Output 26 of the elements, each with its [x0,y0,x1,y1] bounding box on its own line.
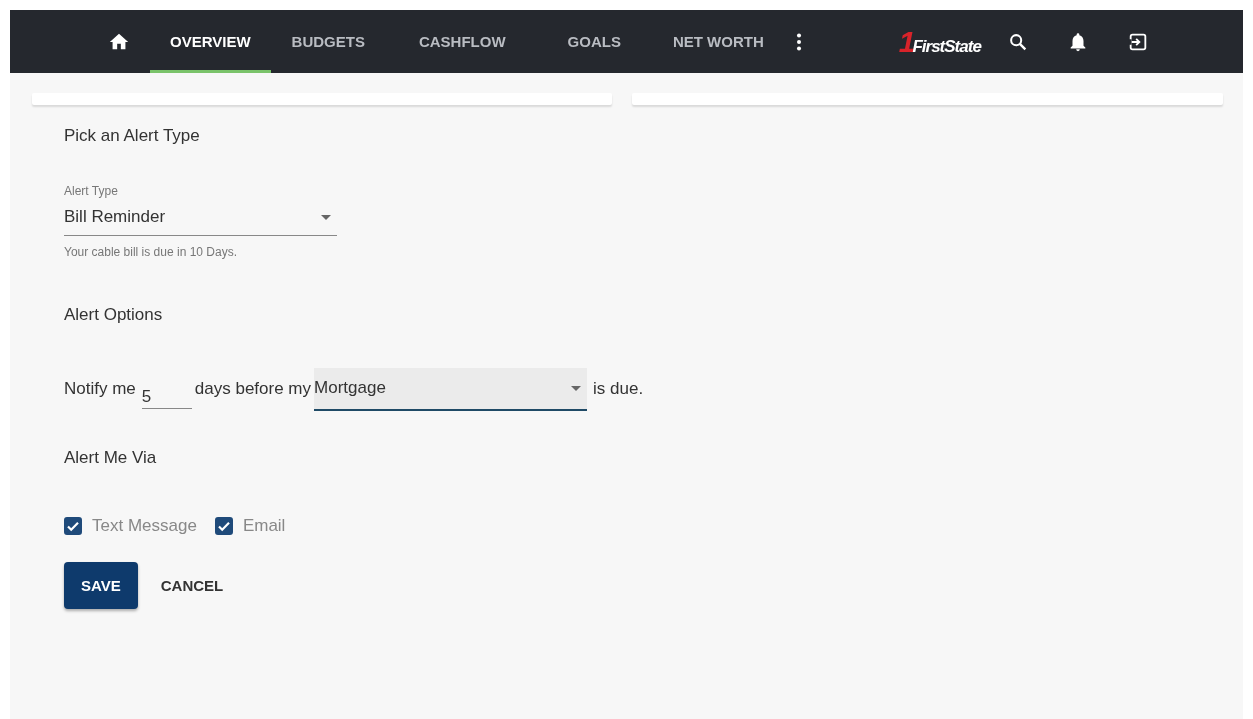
sentence-text: Notify me [64,379,136,399]
field-label: Alert Type [64,184,119,198]
nav-tab[interactable]: CASHFLOW [397,10,527,73]
nav-tab[interactable]: GOALS [546,10,642,73]
nav-tab[interactable]: OVERVIEW [150,10,271,73]
bill-select[interactable]: Mortgage [314,367,588,411]
checkbox-label: Text Message [92,516,197,536]
cancel-button[interactable]: CANCEL [143,562,241,609]
alert-type-select[interactable]: Alert Type Bill Reminder [64,184,337,236]
save-button[interactable]: SAVE [64,562,138,609]
checkbox-label: Email [242,516,286,536]
bank-logo[interactable]: 1FirstState [898,24,981,59]
nav-tab[interactable]: NET WORTH [651,10,785,73]
select-value: Bill Reminder [64,207,166,227]
sentence-text: days before my [194,379,312,399]
checkbox[interactable] [64,517,82,535]
checkbox[interactable] [214,517,233,535]
days-input-field[interactable]: 5 [141,378,192,409]
caret-icon [321,214,331,220]
sentence-text: is due. [593,379,644,399]
helper-text: Your cable bill is due in 10 Days. [64,245,238,259]
section-heading: Pick an Alert Type [64,126,201,146]
section-heading: Alert Options [64,305,164,325]
nav-tab[interactable]: BUDGETS [270,10,386,73]
caret-icon [571,385,582,391]
section-heading: Alert Me Via [64,448,158,468]
